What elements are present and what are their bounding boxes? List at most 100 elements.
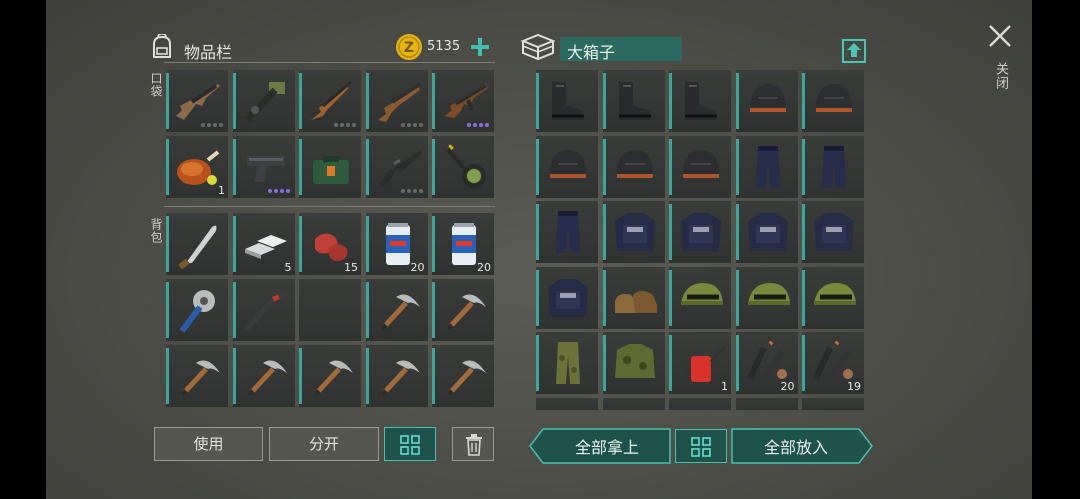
box.slots-slot[interactable] <box>802 201 864 263</box>
box.slots-slot[interactable] <box>536 201 598 263</box>
close-label[interactable]: 关闭 <box>991 62 1010 90</box>
slot-indicator <box>432 216 435 272</box>
slot-indicator <box>536 73 539 129</box>
box-sort-button[interactable] <box>675 429 727 463</box>
inventory.backpack_slots-slot[interactable] <box>299 279 361 341</box>
slot-indicator <box>299 73 302 129</box>
inventory.pocket_slots-slot[interactable] <box>432 136 494 198</box>
camo-cap-icon <box>814 282 856 305</box>
put-all-label: 全部放入 <box>763 438 828 457</box>
stash-upload-icon[interactable] <box>842 37 866 63</box>
empty-slot <box>305 285 357 335</box>
hunting-rifle-icon <box>311 80 352 120</box>
slot-indicator <box>536 335 539 391</box>
inventory.backpack_slots-slot[interactable]: 15 <box>299 213 361 275</box>
inventory.backpack_slots-slot[interactable] <box>365 345 428 407</box>
slot-indicator <box>669 335 672 391</box>
inventory.pocket_slots-slot[interactable] <box>299 70 361 132</box>
box.slots-slot[interactable] <box>669 201 731 263</box>
sort-grid-button[interactable] <box>384 427 436 461</box>
medkit-bag-icon <box>313 156 349 184</box>
inventory.backpack_slots-slot[interactable] <box>232 345 295 407</box>
durability-dots <box>334 123 356 127</box>
box.slots-slot[interactable] <box>802 266 864 329</box>
inventory.pocket_slots-slot[interactable] <box>166 70 228 132</box>
inventory.backpack_slots-slot[interactable] <box>432 345 494 407</box>
box.slots-slot[interactable] <box>602 201 665 263</box>
box.slots-slot[interactable] <box>669 135 731 198</box>
shotgun-icon <box>377 82 421 122</box>
inventory.backpack_slots-slot[interactable] <box>166 279 228 341</box>
box.slots-slot[interactable] <box>602 332 665 394</box>
discard-button[interactable] <box>452 427 494 461</box>
header-divider <box>164 62 495 63</box>
box.slots-slot[interactable] <box>602 135 665 198</box>
slot-indicator <box>602 204 606 260</box>
add-coins-icon[interactable] <box>470 37 490 57</box>
slot-indicator <box>602 335 606 391</box>
inventory.pocket_slots-slot[interactable] <box>232 70 295 132</box>
inventory.pocket_slots-slot[interactable] <box>432 70 494 132</box>
pickaxe-icon <box>446 294 486 331</box>
box.slots-slot[interactable] <box>536 266 598 329</box>
slot-indicator <box>802 335 805 391</box>
box.slots-slot[interactable] <box>735 70 798 132</box>
durability-dots <box>267 189 290 193</box>
inventory.backpack_slots-slot[interactable]: 5 <box>232 213 295 275</box>
leather-shoes-icon <box>614 290 657 313</box>
box.slots-slot[interactable] <box>802 70 864 132</box>
pickaxe-icon <box>446 360 486 397</box>
inventory.pocket_slots-slot[interactable] <box>365 70 428 132</box>
box.slots-slot[interactable]: 1 <box>669 332 731 394</box>
coin-icon: Z <box>396 34 422 60</box>
assault-rifle-icon <box>176 84 220 120</box>
box.slots-slot[interactable] <box>735 135 798 198</box>
box.slots-slot[interactable]: 20 <box>735 332 798 394</box>
saw-blade-club-icon <box>179 290 215 333</box>
box.slots-slot[interactable]: 19 <box>802 332 864 394</box>
split-button[interactable]: 分开 <box>269 427 379 461</box>
use-button[interactable]: 使用 <box>154 427 263 461</box>
inventory.backpack_slots-slot[interactable] <box>299 345 361 407</box>
coin-count: 5135 <box>427 39 461 54</box>
box.slots-slot[interactable] <box>735 201 798 263</box>
inventory.backpack_slots-slot[interactable] <box>232 279 295 341</box>
box-slot-partial <box>735 398 798 410</box>
inventory.backpack_slots-slot[interactable] <box>365 279 428 341</box>
box.slots-slot[interactable] <box>669 266 731 329</box>
slot-indicator <box>166 282 169 338</box>
inventory.backpack_slots-slot[interactable] <box>166 213 228 275</box>
inventory.pocket_slots-slot[interactable] <box>365 136 428 198</box>
take-all-label: 全部拿上 <box>574 438 639 457</box>
slot-indicator <box>166 139 169 195</box>
inventory.backpack_slots-slot[interactable]: 20 <box>365 213 428 275</box>
box.slots-slot[interactable] <box>602 70 665 132</box>
crowbar-icon <box>244 291 287 331</box>
box.slots-slot[interactable] <box>735 266 798 329</box>
box.slots-slot[interactable] <box>536 135 598 198</box>
inventory.backpack_slots-slot[interactable] <box>432 279 494 341</box>
inventory.pocket_slots-slot[interactable] <box>299 136 361 198</box>
box.slots-slot[interactable] <box>669 70 731 132</box>
item-count: 20 <box>477 261 491 274</box>
inventory.backpack_slots-slot[interactable]: 20 <box>432 213 494 275</box>
item-count: 20 <box>410 261 425 274</box>
box.slots-slot[interactable] <box>802 135 864 198</box>
pickaxe-icon <box>180 360 220 397</box>
slot-indicator <box>432 73 435 129</box>
close-icon[interactable] <box>988 24 1012 48</box>
inventory.pocket_slots-slot[interactable] <box>232 136 295 198</box>
slot-indicator <box>365 73 369 129</box>
box.slots-slot[interactable] <box>536 70 598 132</box>
item-count: 5 <box>284 261 292 274</box>
slot-indicator <box>365 348 369 404</box>
pickaxe-icon <box>379 294 420 331</box>
magnifier-tool-icon <box>446 144 486 188</box>
box.slots-slot[interactable] <box>536 332 598 394</box>
inventory.pocket_slots-slot[interactable]: 1 <box>166 136 228 198</box>
tactical-vest-icon <box>548 278 588 317</box>
item-count: 15 <box>344 261 358 274</box>
box.slots-slot[interactable] <box>602 266 665 329</box>
slot-indicator <box>802 138 805 195</box>
inventory.backpack_slots-slot[interactable] <box>166 345 228 407</box>
